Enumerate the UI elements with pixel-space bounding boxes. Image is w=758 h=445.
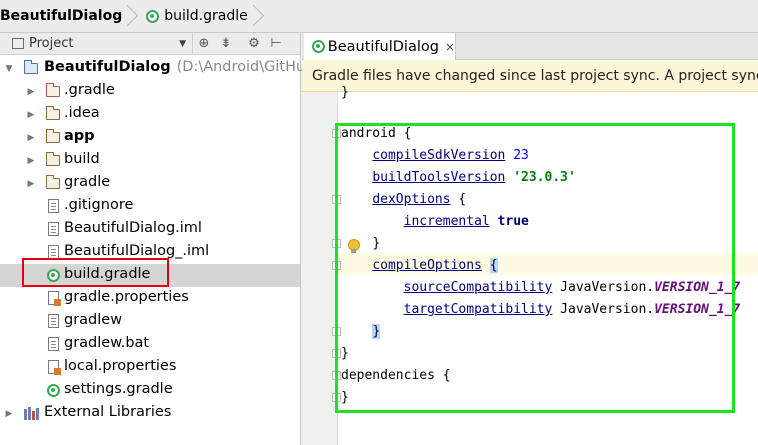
gradle-sync-notification: Gradle files have changed since last pro…: [302, 60, 758, 92]
tree-item-idea[interactable]: ▶ .idea: [0, 103, 300, 126]
tree-item-settings-gradle[interactable]: settings.gradle: [0, 379, 300, 402]
tree-item-build[interactable]: ▶ build: [0, 149, 300, 172]
gradle-file-icon: [146, 9, 160, 23]
hide-panel-icon[interactable]: ⊢: [265, 33, 287, 55]
file-icon: [46, 245, 60, 259]
tree-item-gradle-properties[interactable]: gradle.properties: [0, 287, 300, 310]
gradle-file-icon: [312, 39, 325, 54]
navigation-bar: BeautifulDialog build.gradle: [0, 0, 758, 33]
expand-arrow-icon[interactable]: ▶: [26, 149, 36, 172]
tree-item-local-properties[interactable]: local.properties: [0, 356, 300, 379]
close-icon[interactable]: ×: [445, 40, 455, 54]
tree-item-gradlew-bat[interactable]: gradlew.bat: [0, 333, 300, 356]
project-view-icon: [12, 38, 24, 49]
file-icon: [46, 337, 60, 351]
module-folder-icon: [46, 129, 60, 144]
project-folder-icon: [24, 60, 38, 75]
editor-tab-bar: BeautifulDialog ×: [302, 33, 758, 60]
project-toolbar: Project ▼ ⊕ ⇟ ⚙ ⊢: [0, 32, 300, 55]
tree-root-project[interactable]: ▼ BeautifulDialog (D:\Android\GitHub\v: [0, 57, 328, 80]
tab-beautifuldialog[interactable]: BeautifulDialog ×: [304, 33, 456, 60]
tree-item-gradle-dir[interactable]: ▶ .gradle: [0, 80, 300, 103]
breadcrumb-file[interactable]: build.gradle: [128, 0, 254, 33]
project-tool-window: Project ▼ ⊕ ⇟ ⚙ ⊢ ▼ BeautifulDialog (D:\A…: [0, 32, 328, 445]
properties-file-icon: [46, 291, 61, 306]
expand-arrow-icon[interactable]: ▶: [26, 103, 36, 126]
gradle-file-icon: [46, 383, 60, 397]
expand-arrow-icon[interactable]: ▶: [26, 172, 36, 195]
tree-item-gradlew[interactable]: gradlew: [0, 310, 300, 333]
tree-item-external-libraries[interactable]: ▶ External Libraries: [0, 402, 300, 425]
collapse-arrow-icon[interactable]: ▼: [4, 57, 14, 80]
folder-icon: [46, 83, 60, 98]
file-icon: [46, 222, 60, 236]
gear-icon[interactable]: ⚙: [243, 33, 265, 55]
project-view-dropdown[interactable]: Project ▼: [0, 32, 193, 55]
collapse-all-icon[interactable]: ⇟: [215, 33, 237, 55]
library-icon: [24, 406, 39, 420]
file-icon: [46, 199, 60, 213]
scroll-from-source-icon[interactable]: ⊕: [193, 33, 215, 55]
tree-item-iml[interactable]: BeautifulDialog.iml: [0, 218, 300, 241]
tree-item-gitignore[interactable]: .gitignore: [0, 195, 300, 218]
folder-icon: [46, 175, 60, 190]
breadcrumb-project[interactable]: BeautifulDialog: [0, 0, 128, 33]
tree-item-gradle[interactable]: ▶ gradle: [0, 172, 300, 195]
expand-arrow-icon[interactable]: ▶: [26, 126, 36, 149]
folder-icon: [46, 152, 60, 167]
expand-arrow-icon[interactable]: ▶: [26, 80, 36, 103]
tree-item-app[interactable]: ▶ app: [0, 126, 300, 149]
highlight-box-red: [22, 258, 169, 287]
expand-arrow-icon[interactable]: ▶: [4, 402, 14, 425]
breadcrumb-separator: [246, 4, 260, 30]
properties-file-icon: [46, 360, 61, 375]
code-line: }: [341, 85, 349, 100]
chevron-down-icon: ▼: [179, 38, 186, 49]
file-icon: [46, 314, 60, 328]
highlight-box-green: [335, 123, 735, 413]
folder-icon: [46, 106, 60, 121]
